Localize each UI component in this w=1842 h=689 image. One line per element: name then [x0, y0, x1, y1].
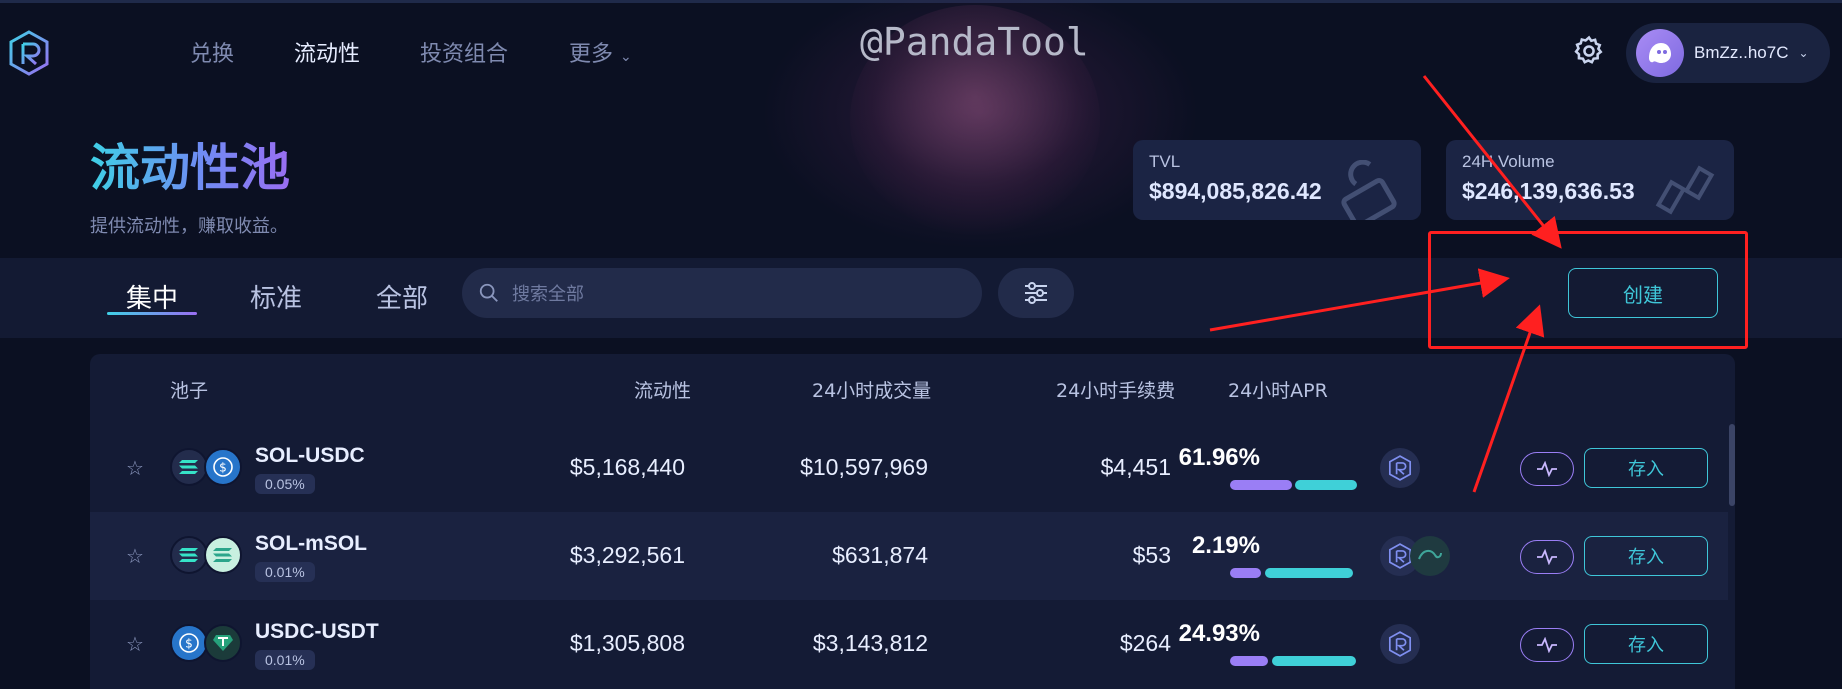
- pair-name[interactable]: SOL-mSOL: [255, 532, 367, 556]
- page-subtitle: 提供流动性，赚取收益。: [90, 216, 288, 237]
- nav-more-label: 更多: [569, 42, 614, 67]
- usdt-token-icon: [204, 624, 242, 662]
- ray-reward-icon: [1380, 448, 1420, 488]
- apr-value: 24.93%: [1178, 620, 1260, 647]
- pool-chart-button[interactable]: [1520, 628, 1574, 662]
- star-icon[interactable]: ☆: [126, 456, 144, 480]
- table-row[interactable]: ☆ SOL-mSOL 0.01% $3,292,561 $631,874 $53…: [90, 512, 1728, 600]
- search-input[interactable]: 搜索全部: [462, 268, 982, 318]
- tab-concentrated[interactable]: 集中: [126, 278, 178, 315]
- active-tab-underline: [107, 312, 197, 315]
- table-row[interactable]: ☆ $ USDC-USDT 0.01% $1,305,808 $3,143,81…: [90, 600, 1728, 688]
- col-pool[interactable]: 池子: [170, 376, 208, 403]
- sol-token-icon: [170, 448, 208, 486]
- tvl-label: TVL: [1149, 152, 1181, 171]
- nav-portfolio[interactable]: 投资组合: [420, 36, 508, 68]
- watermark-text: @PandaTool: [860, 20, 1089, 64]
- deposit-button[interactable]: 存入: [1584, 448, 1708, 488]
- table-header: 池子 流动性 24小时成交量 24小时手续费 24小时APR: [90, 354, 1735, 424]
- ghost-icon: [1649, 43, 1671, 63]
- tvl-value: $894,085,826.42: [1149, 178, 1322, 204]
- candlestick-icon: [1655, 165, 1715, 215]
- pool-chart-button[interactable]: [1520, 540, 1574, 574]
- avatar: [1636, 29, 1684, 77]
- star-icon[interactable]: ☆: [126, 632, 144, 656]
- volume-value: $631,874: [832, 542, 928, 568]
- ray-reward-icon: [1380, 624, 1420, 664]
- nav-liquidity[interactable]: 流动性: [294, 36, 360, 68]
- col-volume[interactable]: 24小时成交量: [812, 376, 931, 403]
- filter-button[interactable]: [998, 268, 1074, 318]
- activity-icon: [1537, 461, 1557, 477]
- liquidity-value: $3,292,561: [569, 542, 685, 568]
- tab-standard[interactable]: 标准: [250, 278, 302, 315]
- pair-name[interactable]: SOL-USDC: [255, 444, 365, 468]
- svg-text:$: $: [185, 637, 193, 651]
- fee-tier-badge: 0.01%: [255, 650, 315, 670]
- liquidity-value: $5,168,440: [569, 454, 685, 480]
- col-liquidity[interactable]: 流动性: [634, 376, 691, 403]
- liquidity-value: $1,305,808: [569, 630, 685, 656]
- volume-label: 24H Volume: [1462, 152, 1555, 171]
- table-row[interactable]: ☆ $ SOL-USDC 0.05% $5,168,440 $10,597,96…: [90, 424, 1728, 512]
- search-icon: [479, 283, 498, 302]
- activity-icon: [1537, 549, 1557, 565]
- pools-table: 池子 流动性 24小时成交量 24小时手续费 24小时APR ☆ $ SOL-U…: [90, 354, 1735, 689]
- annotation-highlight-box: [1428, 231, 1748, 349]
- volume-value: $246,139,636.53: [1462, 178, 1635, 204]
- tab-all[interactable]: 全部: [376, 278, 428, 315]
- svg-text:$: $: [219, 461, 227, 475]
- fee-tier-badge: 0.01%: [255, 562, 315, 582]
- page-title: 流动性池: [90, 128, 290, 200]
- deposit-button[interactable]: 存入: [1584, 624, 1708, 664]
- usdc-token-icon: $: [170, 624, 208, 662]
- volume-value: $10,597,969: [800, 454, 928, 480]
- deposit-button[interactable]: 存入: [1584, 536, 1708, 576]
- msol-token-icon: [204, 536, 242, 574]
- col-apr[interactable]: 24小时APR: [1228, 376, 1328, 403]
- apr-bar-reward: [1272, 656, 1356, 666]
- volume-value: $3,143,812: [812, 630, 928, 656]
- col-fees[interactable]: 24小时手续费: [1056, 376, 1175, 403]
- apr-value: 2.19%: [1191, 532, 1260, 559]
- chevron-down-icon: ⌄: [620, 49, 632, 65]
- apr-value: 61.96%: [1178, 444, 1260, 471]
- apr-bar-trade: [1230, 480, 1292, 490]
- apr-bar-trade: [1230, 568, 1261, 578]
- tvl-card: TVL $894,085,826.42: [1133, 140, 1421, 220]
- nav-swap[interactable]: 兑换: [190, 36, 234, 68]
- activity-icon: [1537, 637, 1557, 653]
- table-scrollbar[interactable]: [1729, 424, 1735, 506]
- apr-bar-reward: [1265, 568, 1353, 578]
- raydium-logo-icon[interactable]: [8, 30, 50, 76]
- chevron-down-icon: ⌄: [1798, 46, 1809, 60]
- apr-bar-reward: [1295, 480, 1357, 490]
- pair-name[interactable]: USDC-USDT: [255, 620, 379, 644]
- sliders-icon: [1025, 282, 1047, 304]
- sol-token-icon: [170, 536, 208, 574]
- fee-tier-badge: 0.05%: [255, 474, 315, 494]
- mnde-reward-icon: [1410, 536, 1450, 576]
- apr-bar-trade: [1230, 656, 1268, 666]
- volume-card: 24H Volume $246,139,636.53: [1446, 140, 1734, 220]
- gear-icon[interactable]: [1572, 34, 1606, 68]
- wallet-button[interactable]: BmZz..ho7C ⌄: [1626, 23, 1830, 83]
- lock-icon: [1341, 160, 1397, 220]
- nav-more[interactable]: 更多 ⌄: [569, 36, 632, 68]
- usdc-token-icon: $: [204, 448, 242, 486]
- search-placeholder: 搜索全部: [512, 284, 584, 305]
- pool-chart-button[interactable]: [1520, 452, 1574, 486]
- wallet-address: BmZz..ho7C: [1694, 43, 1789, 62]
- star-icon[interactable]: ☆: [126, 544, 144, 568]
